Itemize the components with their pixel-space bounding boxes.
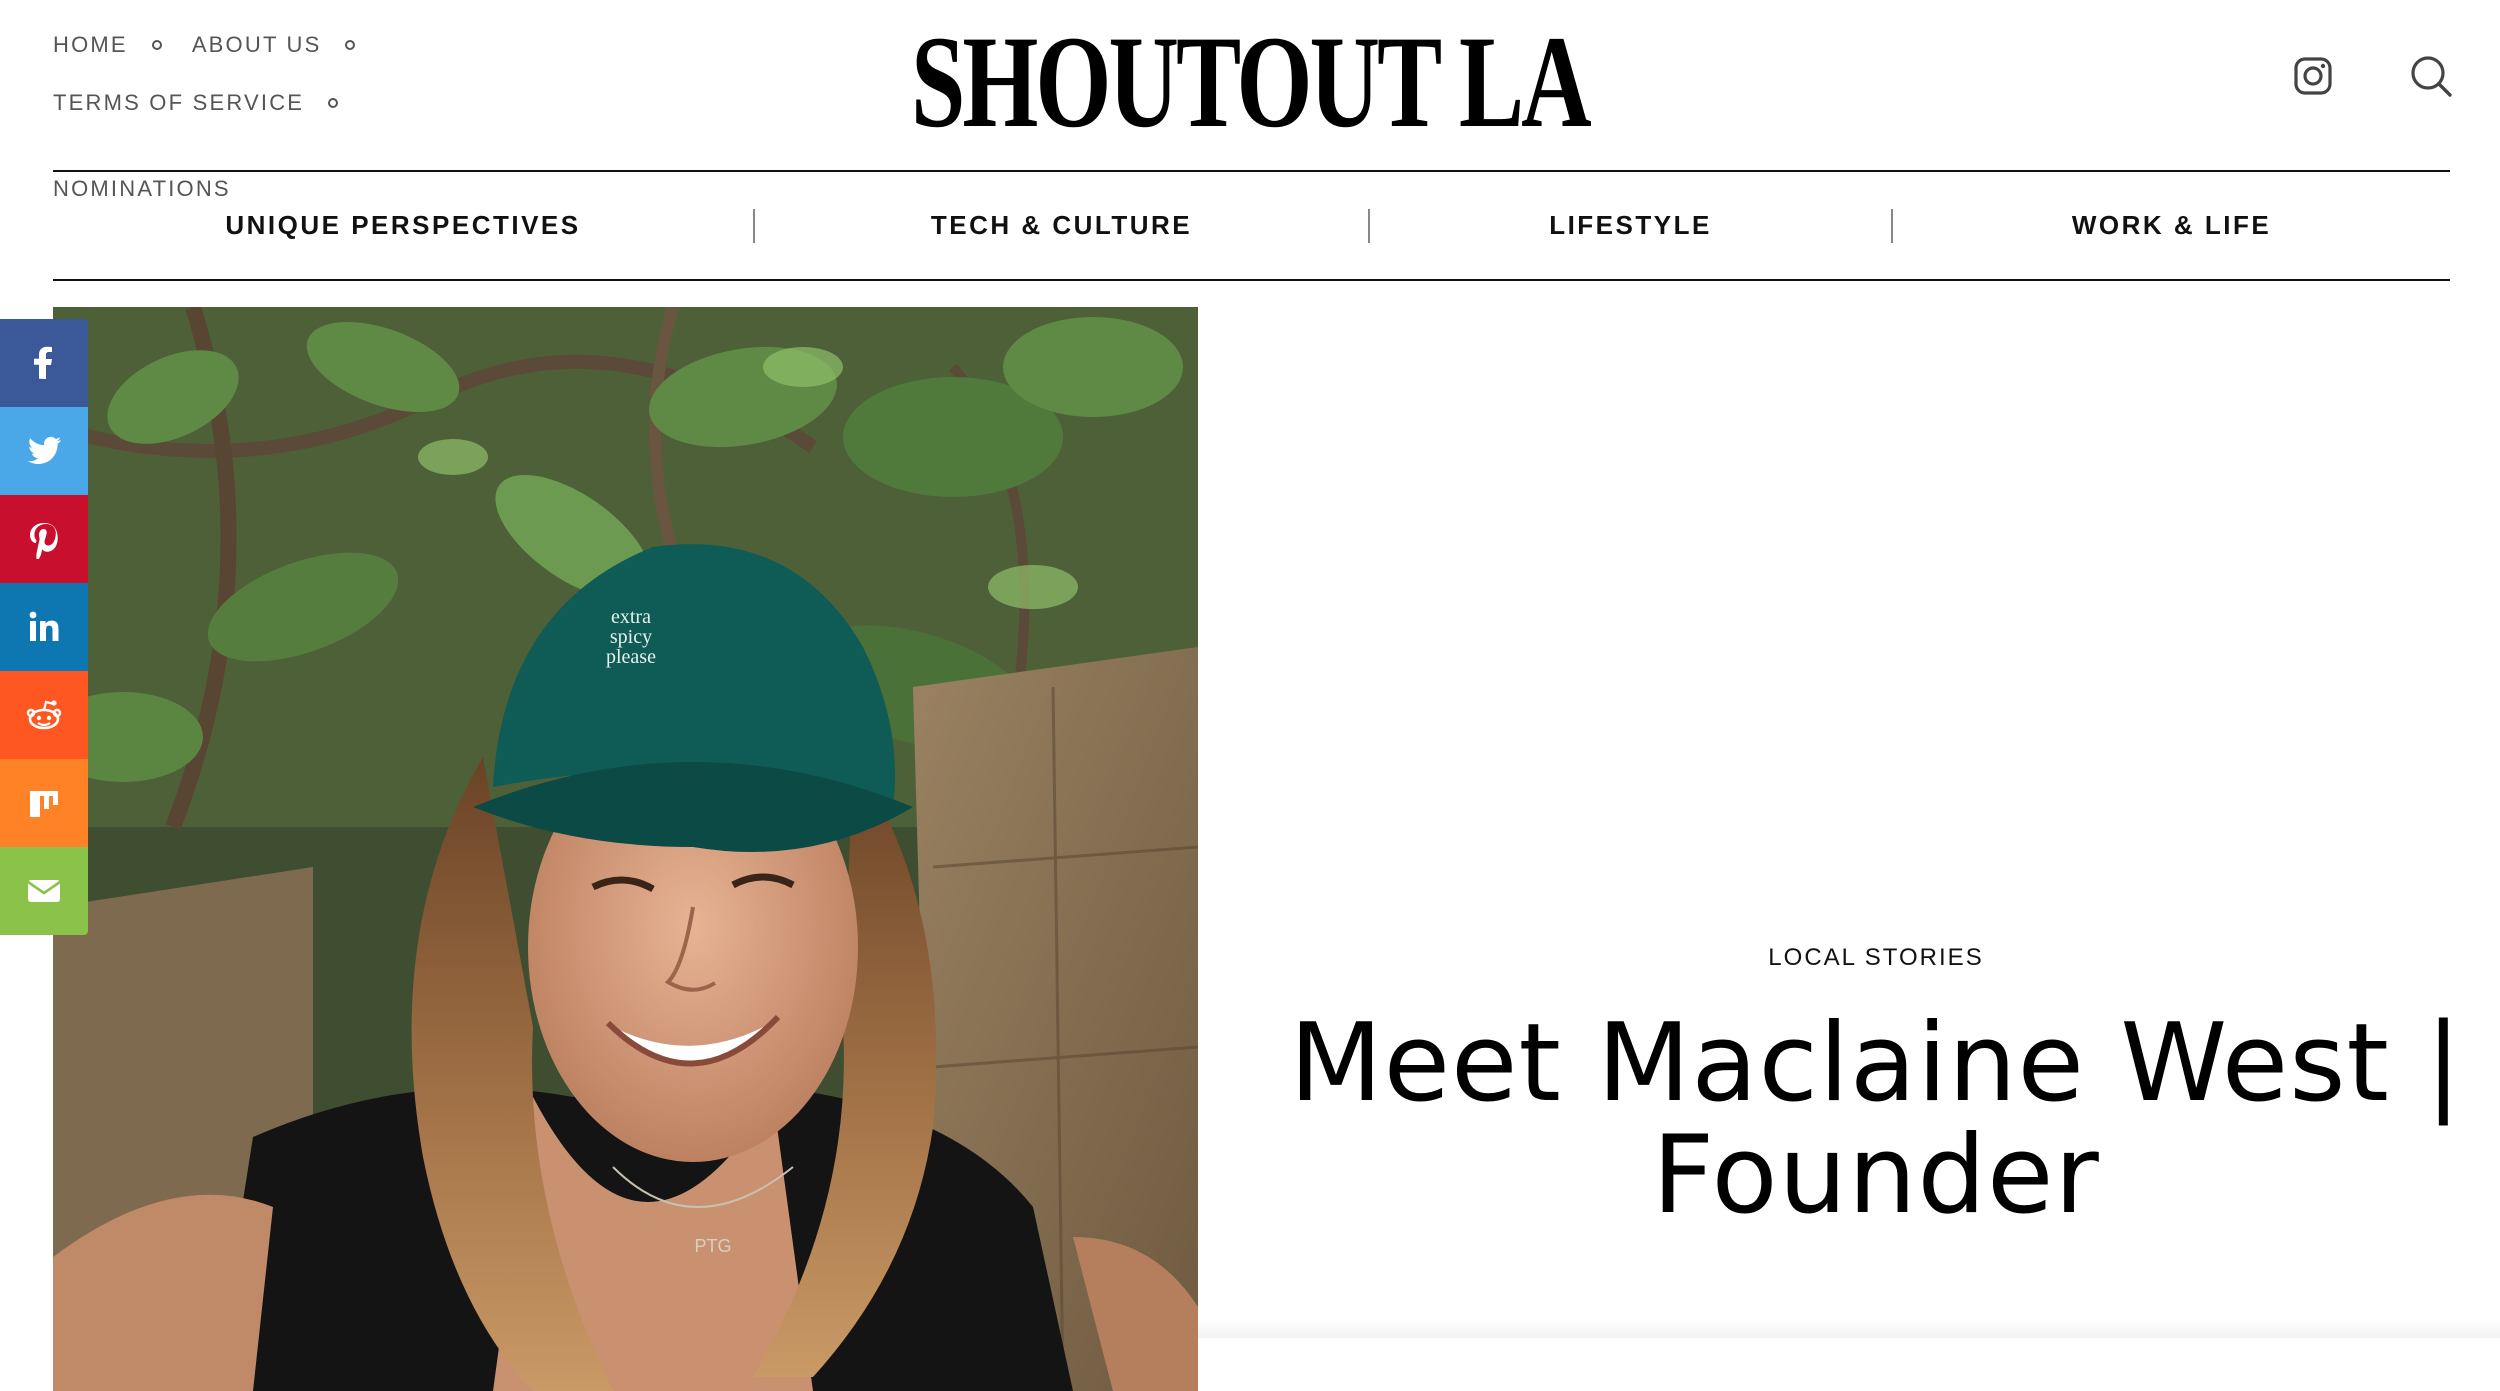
article-title-line-1: Meet Maclaine West | xyxy=(1289,1001,2463,1126)
category-cell: LIFESTYLE xyxy=(1370,210,1891,241)
mix-icon xyxy=(30,791,58,817)
instagram-icon[interactable] xyxy=(2289,52,2337,100)
share-twitter-button[interactable] xyxy=(0,407,88,495)
share-facebook-button[interactable] xyxy=(0,319,88,407)
site-logo-text: SHOUTOUT LA xyxy=(911,8,1592,155)
nav-separator-dot xyxy=(345,40,356,50)
category-lifestyle[interactable]: LIFESTYLE xyxy=(1549,210,1712,240)
category-cell: TECH & CULTURE xyxy=(755,210,1368,241)
facebook-icon xyxy=(34,346,52,379)
nav-home-label[interactable]: HOME xyxy=(53,32,128,58)
cap-text-3: please xyxy=(606,646,656,668)
reddit-icon xyxy=(26,700,62,730)
linkedin-icon xyxy=(29,611,59,641)
nav-about-label[interactable]: ABOUT US xyxy=(192,32,322,58)
category-cell: UNIQUE PERSPECTIVES xyxy=(53,210,753,241)
header-icons xyxy=(2289,52,2455,100)
share-pinterest-button[interactable] xyxy=(0,495,88,583)
pinterest-icon xyxy=(30,523,58,559)
cap-text-2: spicy xyxy=(610,626,652,648)
twitter-icon xyxy=(28,436,61,464)
share-email-button[interactable] xyxy=(0,847,88,935)
article-title: Meet Maclaine West | Founder xyxy=(1270,1008,2482,1232)
nav-terms-of-service[interactable]: TERMS OF SERVICE xyxy=(53,88,368,118)
share-mix-button[interactable] xyxy=(0,759,88,847)
social-share-bar xyxy=(0,319,88,935)
cap-embroidery: extra spicy please xyxy=(606,606,656,668)
category-nav: UNIQUE PERSPECTIVES TECH & CULTURE LIFES… xyxy=(53,172,2450,279)
necklace-text: PTG xyxy=(694,1236,731,1256)
nav-separator-dot xyxy=(328,98,339,108)
share-linkedin-button[interactable] xyxy=(0,583,88,671)
category-cell: WORK & LIFE xyxy=(1893,210,2450,241)
category-work-life[interactable]: WORK & LIFE xyxy=(2072,210,2271,240)
share-reddit-button[interactable] xyxy=(0,671,88,759)
article-category[interactable]: LOCAL STORIES xyxy=(1270,944,2482,972)
email-icon xyxy=(27,880,61,902)
category-tech-culture[interactable]: TECH & CULTURE xyxy=(931,210,1192,240)
hero-photo-illustration: extra spicy please PTG xyxy=(53,307,1198,1391)
site-logo[interactable]: SHOUTOUT LA xyxy=(885,12,1615,152)
hero-photo: extra spicy please PTG xyxy=(53,307,1198,1391)
search-icon[interactable] xyxy=(2407,52,2455,100)
nav-about-us[interactable]: ABOUT US xyxy=(192,30,386,60)
nav-separator-dot xyxy=(151,40,162,50)
category-unique-perspectives[interactable]: UNIQUE PERSPECTIVES xyxy=(225,210,580,240)
nav-terms-label[interactable]: TERMS OF SERVICE xyxy=(53,90,304,116)
header-divider-bottom xyxy=(53,279,2450,281)
cap-text-1: extra xyxy=(611,606,651,628)
article-title-line-2: Founder xyxy=(1652,1113,2100,1238)
nav-home[interactable]: HOME xyxy=(53,30,192,60)
content-fade xyxy=(1198,1318,2500,1338)
